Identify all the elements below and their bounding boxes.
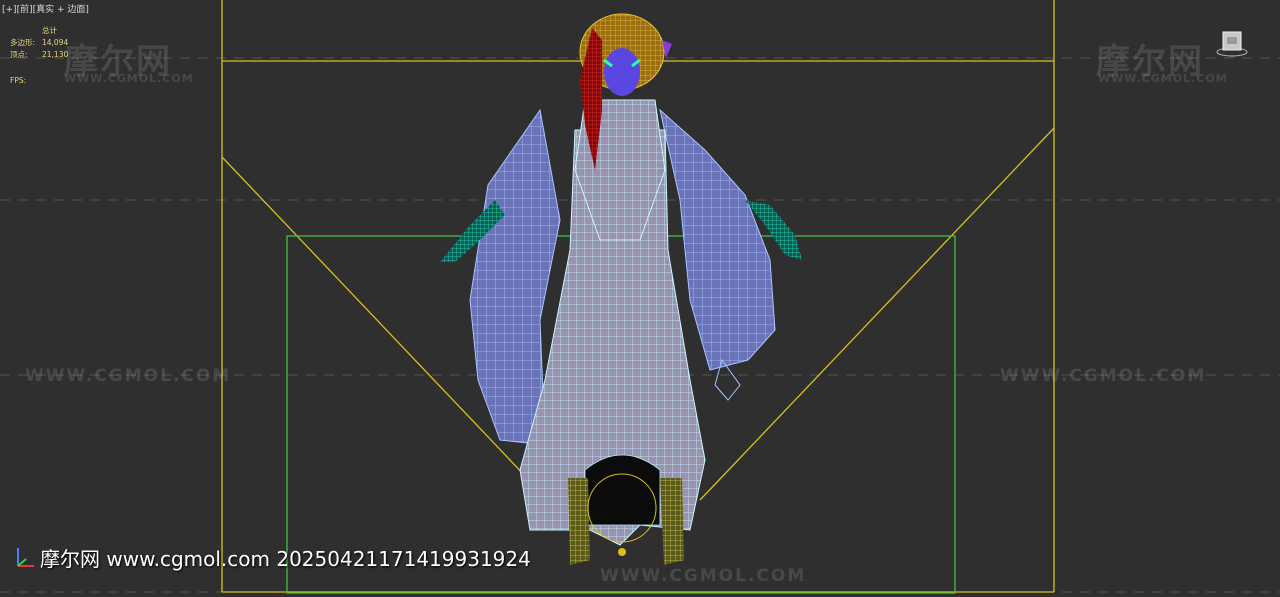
- statistics-overlay: 总计 多边形: 14,094 顶点: 21,130: [10, 25, 68, 61]
- viewport-front[interactable]: [+][前][真实 + 边面] 总计 多边形: 14,094 顶点: 21,13…: [0, 0, 1280, 597]
- watermark-url-bottom: WWW.CGMOL.COM: [600, 566, 807, 586]
- character-model: [440, 13, 802, 565]
- footer-watermark: 摩尔网 www.cgmol.com 20250421171419931924: [40, 547, 531, 571]
- watermark-url-left-top: WWW.CGMOL.COM: [64, 72, 194, 85]
- viewport-menu-plus[interactable]: [+]: [2, 5, 17, 15]
- vertices-label: 顶点:: [10, 50, 28, 59]
- axis-gizmo-icon: [14, 546, 38, 574]
- fps-label: FPS:: [10, 76, 27, 85]
- viewport-view-menu[interactable]: [前]: [17, 5, 33, 15]
- polygons-label: 多边形:: [10, 38, 36, 47]
- watermark-url-right-mid: WWW.CGMOL.COM: [1000, 366, 1207, 386]
- stats-header: 总计: [42, 26, 57, 35]
- stats-vertices: 顶点: 21,130: [10, 49, 68, 61]
- watermark-url-right-top: WWW.CGMOL.COM: [1098, 72, 1228, 85]
- stats-polygons: 多边形: 14,094: [10, 37, 68, 49]
- viewcube-icon[interactable]: [1216, 28, 1248, 58]
- watermark-url-left-mid: WWW.CGMOL.COM: [25, 366, 232, 386]
- viewport-shading-menu[interactable]: [真实 + 边面]: [33, 5, 89, 15]
- viewport-label[interactable]: [+][前][真实 + 边面]: [2, 2, 89, 15]
- scene-canvas[interactable]: [0, 0, 1280, 597]
